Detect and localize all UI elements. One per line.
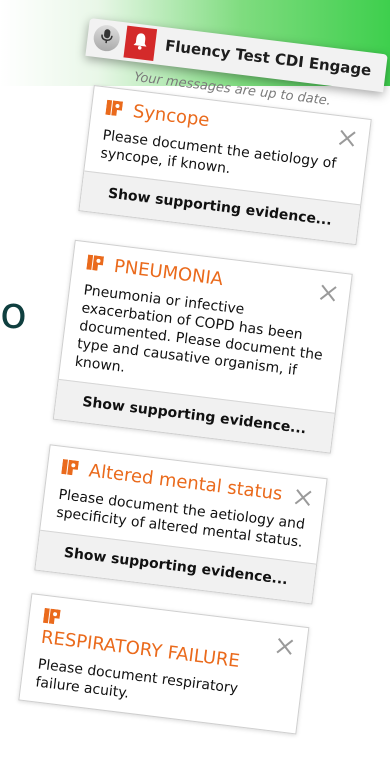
alert-card-respiratory-failure: RESPIRATORY FAILURE Please document resp…: [18, 593, 309, 734]
alert-card-syncope: Syncope Please document the aetiology of…: [78, 85, 371, 245]
alert-card-pneumonia: PNEUMONIA Pneumonia or infective exacerb…: [53, 240, 353, 454]
close-icon[interactable]: [337, 128, 357, 148]
cdi-panel: Fluency Test CDI Engage Your messages ar…: [2, 18, 388, 769]
alert-title: Syncope: [132, 101, 211, 131]
background-text-fragment: o: [0, 292, 27, 336]
alert-flag-icon: [61, 459, 79, 480]
close-icon[interactable]: [318, 283, 338, 303]
close-icon[interactable]: [293, 488, 313, 508]
notifications-button[interactable]: [123, 26, 157, 61]
bell-icon: [131, 31, 150, 55]
microphone-button[interactable]: [92, 24, 121, 53]
alert-card-altered-mental-status: Altered mental status Please document th…: [34, 444, 327, 604]
alert-flag-icon: [86, 255, 104, 276]
alert-flag-icon: [42, 608, 60, 629]
close-icon[interactable]: [275, 636, 295, 656]
microphone-icon: [98, 27, 114, 49]
alert-flag-icon: [105, 100, 123, 121]
